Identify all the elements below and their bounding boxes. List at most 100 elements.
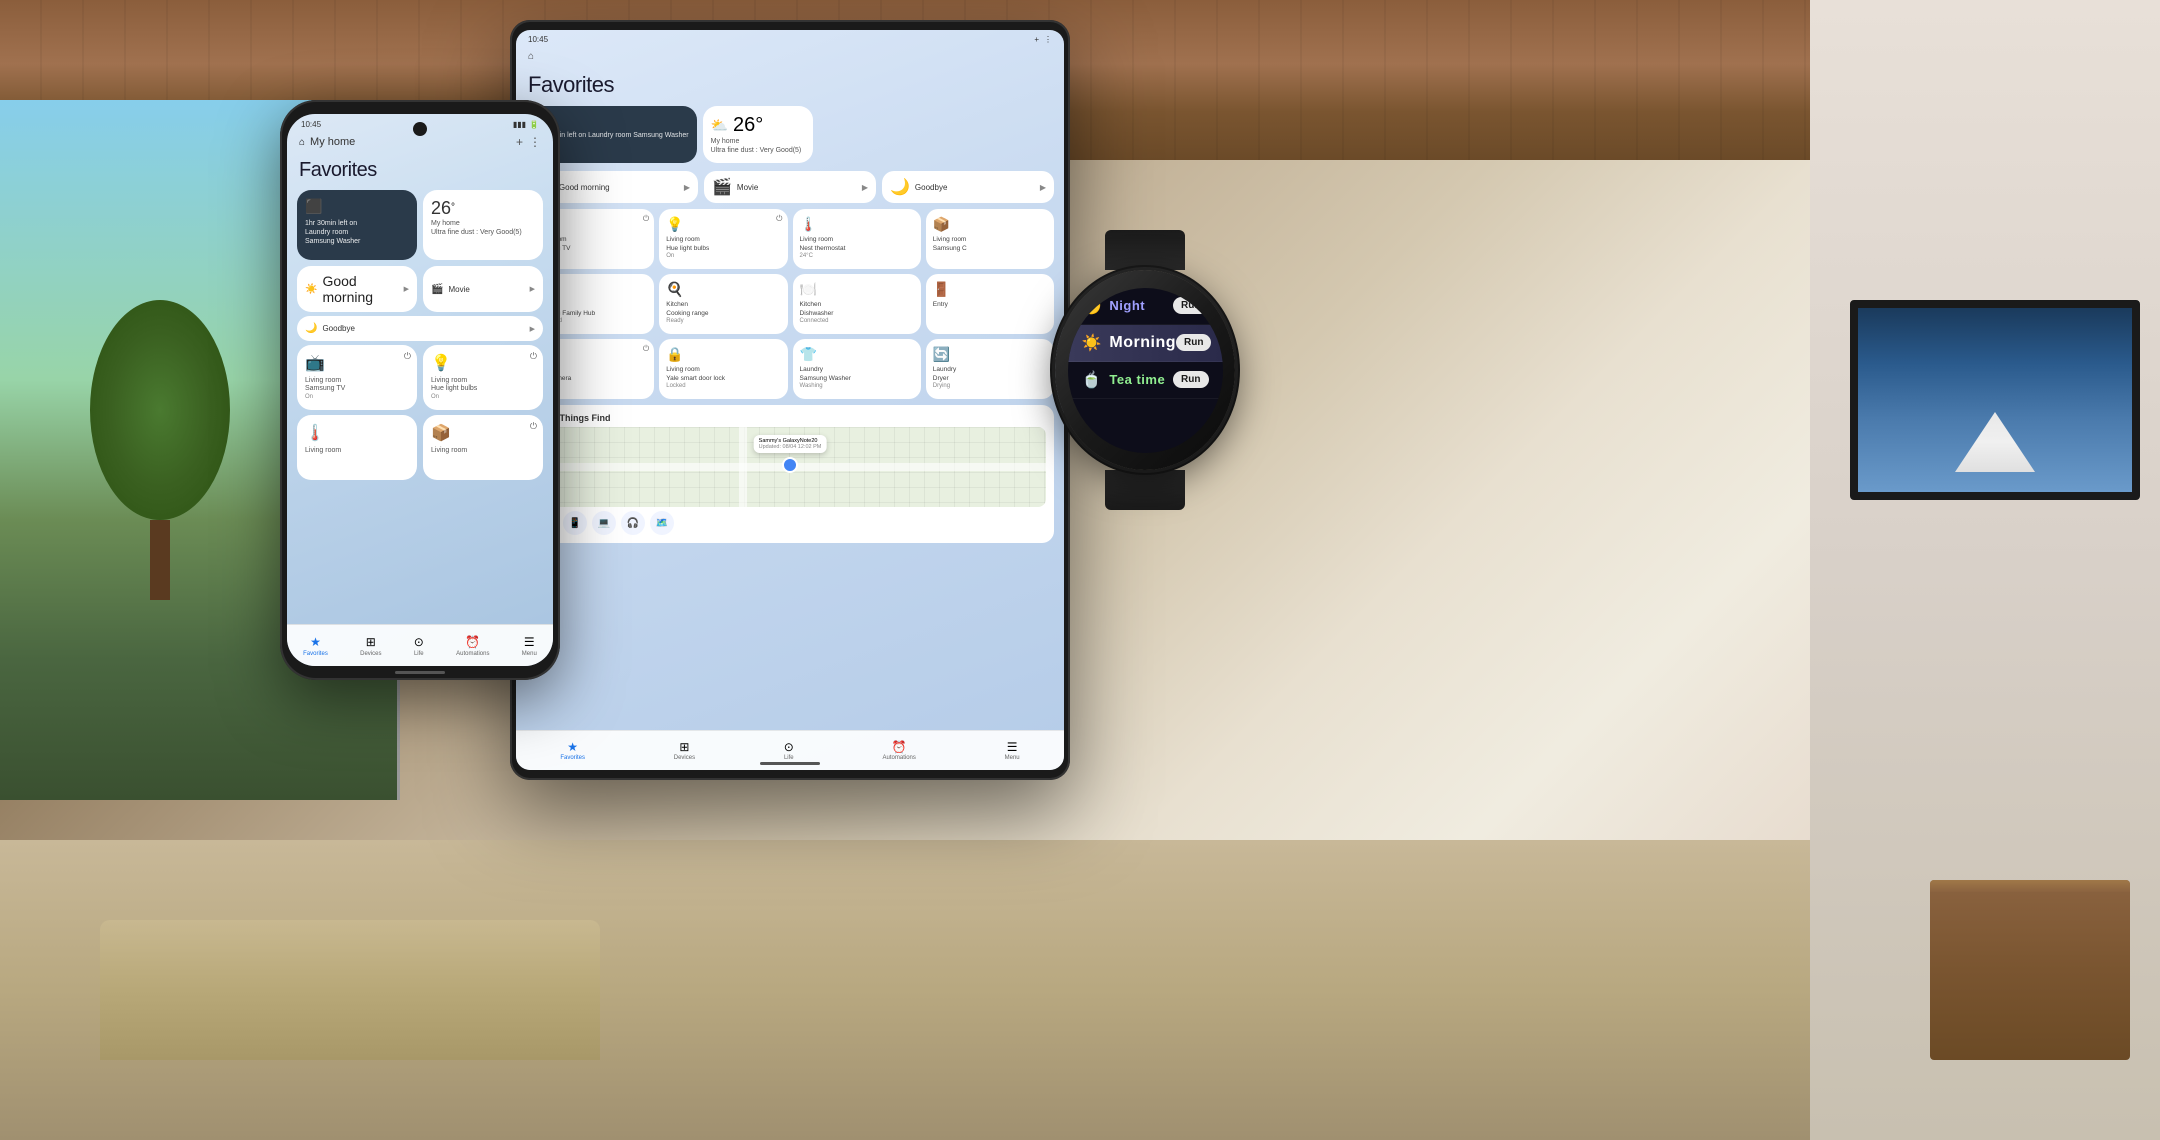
tablet-dishwasher-status: Connected [800, 318, 914, 324]
tablet-life-label: Life [784, 755, 794, 761]
tablet-find-section: SmartThings Find Sammy's GalaxyNote20 Up… [526, 405, 1054, 543]
tablet-cam-power[interactable]: ⏻ [643, 344, 649, 354]
device-hue-bulbs-card[interactable]: ⏻ 💡 Living roomHue light bulbs On [423, 345, 543, 410]
find-updated: Updated: 08/04 12:02 PM [759, 444, 822, 450]
phone-nav-life[interactable]: ⊙ Life [414, 635, 424, 657]
tablet-auto-icon: ⏰ [892, 740, 907, 754]
phone-nav-favorites[interactable]: ★ Favorites [303, 635, 328, 657]
tablet-lock-status: Locked [666, 383, 780, 389]
watch-scene-tea[interactable]: 🍵 Tea time Run [1068, 362, 1223, 399]
scene-good-morning-btn[interactable]: ☀️ Good morning ▶ [297, 266, 417, 312]
tablet-nest-name: Living roomNest thermostat [800, 236, 914, 253]
scene-movie-btn[interactable]: 🎬 Movie ▶ [423, 266, 543, 312]
find-earbuds-icon[interactable]: 🎧 [621, 511, 645, 535]
phone-washer-card[interactable]: ⬛ 1hr 30min left onLaundry roomSamsung W… [297, 190, 417, 260]
tablet-header-left: ⌂ [528, 51, 534, 62]
tablet-weather-card[interactable]: ⛅ 26° My homeUltra fine dust : Very Good… [703, 106, 813, 163]
tablet-device-door-lock[interactable]: 🔒 Living roomYale smart door lock Locked [659, 339, 787, 399]
tablet-hue-status: On [666, 253, 780, 259]
tree [80, 300, 240, 600]
tablet-nav-life[interactable]: ⊙ Life [784, 740, 794, 761]
watch-body: 🌙 Night Run ☀️ Morning Run 🍵 [1055, 270, 1235, 470]
tablet-hue-icon: 💡 [666, 216, 780, 233]
tablet-device-nest[interactable]: 🌡️ Living roomNest thermostat 24°C [793, 209, 921, 269]
scene-movie-label: Movie [448, 285, 469, 294]
phone-nav-devices[interactable]: ⊞ Devices [360, 635, 381, 657]
watch-tea-run-btn[interactable]: Run [1173, 371, 1208, 388]
phone-nav-automations[interactable]: ⏰ Automations [456, 635, 489, 657]
watch-morning-run-btn[interactable]: Run [1176, 334, 1211, 351]
tablet-scenes: ☀️ Good morning ▶ 🎬 Movie ▶ 🌙 Goodbye [516, 171, 1064, 203]
tablet-device-washer[interactable]: 👕 LaundrySamsung Washer Washing [793, 339, 921, 399]
watch-morning-icon: ☀️ [1082, 333, 1102, 353]
thermostat-icon: 🌡️ [305, 423, 409, 443]
automations-nav-label: Automations [456, 651, 489, 657]
scene-goodbye-icon: 🌙 [305, 323, 317, 334]
scene-goodbye-btn[interactable]: 🌙 Goodbye ▶ [297, 316, 543, 341]
tablet-dev-icon: ⊞ [679, 740, 689, 754]
room-power-btn[interactable]: ⏻ [530, 421, 537, 432]
tablet-find-title: SmartThings Find [534, 413, 1046, 423]
smartwatch: 🌙 Night Run ☀️ Morning Run 🍵 [1030, 230, 1260, 510]
phone-weather-card[interactable]: 26 ° My homeUltra fine dust : Very Good(… [423, 190, 543, 260]
tablet-device-dishwasher[interactable]: 🍽️ KitchenDishwasher Connected [793, 274, 921, 334]
tablet-nav-menu[interactable]: ☰ Menu [1005, 740, 1020, 761]
tablet-dishwasher-name: KitchenDishwasher [800, 301, 914, 318]
tablet-nav-automations[interactable]: ⏰ Automations [883, 740, 916, 761]
smartphone-screen: 10:45 ▮▮▮ 🔋 ⌂ My home + ⋮ Favorites [287, 114, 553, 666]
scene-goodbye-arrow: ▶ [530, 325, 535, 333]
device-thermostat-card[interactable]: 🌡️ Living room [297, 415, 417, 480]
bulb-power-btn[interactable]: ⏻ [530, 351, 537, 362]
device-room-card[interactable]: ⏻ 📦 Living room [423, 415, 543, 480]
tablet-weather-temp: 26° [733, 114, 763, 137]
watch-scene-night[interactable]: 🌙 Night Run [1068, 288, 1223, 325]
watch-night-label: Night [1109, 298, 1145, 313]
device-samsung-tv-card[interactable]: ⏻ 📺 Living roomSamsung TV On [297, 345, 417, 410]
tablet-scene-goodbye[interactable]: 🌙 Goodbye ▶ [882, 171, 1054, 203]
tablet-life-icon: ⊙ [784, 740, 794, 754]
phone-home-icon: ⌂ [299, 137, 305, 148]
scene-morning-label: Good morning [322, 273, 403, 305]
tablet-menu-icon: ☰ [1007, 740, 1018, 754]
tablet-movie-icon: 🎬 [712, 177, 732, 197]
phone-nav-menu[interactable]: ☰ Menu [522, 635, 537, 657]
tablet-scene-movie[interactable]: 🎬 Movie ▶ [704, 171, 876, 203]
tablet-movie-arrow: ▶ [862, 183, 868, 192]
room-icon: 📦 [431, 423, 535, 443]
tablet: 10:45 + ⋮ ⌂ Favorites ⬛ 1hr 30min left o… [510, 20, 1070, 780]
find-device-icon[interactable]: 📱 [563, 511, 587, 535]
watch-night-icon: 🌙 [1082, 296, 1102, 316]
tablet-add-icon[interactable]: + [1034, 35, 1039, 44]
phone-camera [413, 122, 427, 136]
phone-signal: ▮▮▮ [513, 120, 526, 129]
phone-menu-icon[interactable]: ⋮ [529, 135, 541, 149]
thermostat-name: Living room [305, 447, 409, 455]
watch-night-run-btn[interactable]: Run [1173, 297, 1208, 314]
tablet-nav-favorites[interactable]: ★ Favorites [560, 740, 585, 761]
tablet-tv-power[interactable]: ⏻ [643, 214, 649, 224]
find-map-icon[interactable]: 🗺️ [650, 511, 674, 535]
tv-power-btn[interactable]: ⏻ [404, 351, 411, 362]
tablet-device-cooking-range[interactable]: 🍳 KitchenCooking range Ready [659, 274, 787, 334]
tablet-menu-icon[interactable]: ⋮ [1044, 35, 1052, 44]
tablet-screen: 10:45 + ⋮ ⌂ Favorites ⬛ 1hr 30min left o… [516, 30, 1064, 770]
tablet-fav-label: Favorites [560, 755, 585, 761]
tablet-hue-name: Living roomHue light bulbs [666, 236, 780, 253]
tablet-morning-label: Good morning [559, 183, 610, 192]
tablet-auto-label: Automations [883, 755, 916, 761]
menu-nav-icon: ☰ [524, 635, 535, 649]
tablet-device-hue[interactable]: ⏻ 💡 Living roomHue light bulbs On [659, 209, 787, 269]
tablet-lock-name: Living roomYale smart door lock [666, 366, 780, 383]
tablet-range-name: KitchenCooking range [666, 301, 780, 318]
phone-add-icon[interactable]: + [516, 135, 523, 149]
watch-scene-morning[interactable]: ☀️ Morning Run [1068, 325, 1223, 362]
tablet-top-cards: ⬛ 1hr 30min left on Laundry room Samsung… [516, 106, 1064, 163]
tablet-goodbye-label: Goodbye [915, 183, 947, 192]
phone-scene-row-2: 🌙 Goodbye ▶ [287, 316, 553, 341]
watch-morning-label: Morning [1109, 334, 1176, 352]
phone-time: 10:45 [301, 120, 321, 129]
tablet-hue-power[interactable]: ⏻ [776, 214, 782, 224]
phone-battery-icon: 🔋 [529, 120, 539, 129]
find-laptop-icon[interactable]: 💻 [592, 511, 616, 535]
tablet-nav-devices[interactable]: ⊞ Devices [674, 740, 695, 761]
